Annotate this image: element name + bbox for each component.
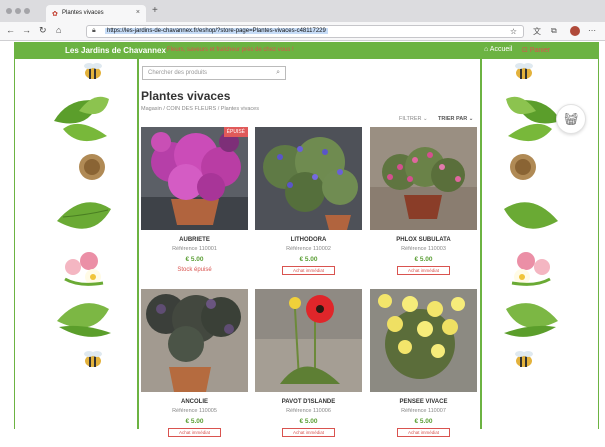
product-price: € 5.00	[299, 256, 318, 263]
basket-nav-icon: ⊡	[522, 47, 528, 54]
browser-tab[interactable]: ✿ Plantes vivaces ×	[46, 5, 146, 22]
bee-icon	[515, 63, 533, 79]
product-card[interactable]: PHLOX SUBULATA Référence 110003 € 5.00 A…	[370, 127, 477, 285]
address-bar[interactable]: 🔒︎ https://les-jardins-de-chavannex.fr/e…	[86, 25, 524, 38]
product-reference: Référence 110001	[172, 246, 217, 252]
buy-now-button[interactable]: Achat immédiat	[282, 266, 335, 275]
leaf-cluster-icon	[54, 96, 109, 142]
product-price: € 5.00	[299, 418, 318, 425]
product-name[interactable]: PHLOX SUBULATA	[370, 237, 477, 243]
leaf-icon	[504, 303, 558, 337]
bee-icon	[515, 351, 533, 367]
bookmark-star-icon[interactable]: ☆	[510, 27, 517, 36]
translate-icon[interactable]: 文	[533, 26, 541, 37]
back-icon[interactable]: ←	[6, 25, 15, 35]
product-reference: Référence 110006	[286, 408, 331, 414]
window-close-dot[interactable]	[6, 8, 12, 14]
site-brand[interactable]: Les Jardins de Chavannex	[65, 46, 166, 55]
product-price: € 5.00	[185, 256, 204, 263]
sold-out-badge: ÉPUISÉ	[223, 127, 248, 137]
product-photo[interactable]	[370, 289, 477, 392]
home-nav-icon: ⌂	[484, 46, 489, 53]
product-name[interactable]: ANCOLIE	[141, 399, 248, 405]
product-card[interactable]: ANCOLIE Référence 110005 € 5.00 Achat im…	[141, 289, 248, 447]
leaf-icon	[57, 202, 111, 229]
product-photo[interactable]	[141, 289, 248, 392]
tab-close-icon[interactable]: ×	[136, 9, 140, 16]
chevron-down-icon: ⌄	[423, 116, 428, 122]
buy-now-button[interactable]: Achat immédiat	[282, 428, 335, 437]
product-name[interactable]: PENSEE VIVACE	[370, 399, 477, 405]
product-photo[interactable]	[370, 127, 477, 230]
breadcrumb[interactable]: Magasin / COIN DES FLEURS / Plantes viva…	[141, 106, 259, 112]
nav-home-link[interactable]: ⌂ Accueil	[484, 46, 512, 53]
stock-status: Stock épuisé	[177, 267, 212, 273]
left-decorative-panel	[14, 59, 139, 429]
product-photo[interactable]	[255, 127, 362, 230]
product-photo[interactable]	[255, 289, 362, 392]
product-reference: Référence 110007	[401, 408, 446, 414]
product-card[interactable]: PENSEE VIVACE Référence 110007 € 5.00 Ac…	[370, 289, 477, 447]
tab-title: Plantes vivaces	[62, 10, 104, 16]
window-minimize-dot[interactable]	[15, 8, 21, 14]
window-maximize-dot[interactable]	[24, 8, 30, 14]
browser-nav-bar: ← → ↻ ⌂ 🔒︎ https://les-jardins-de-chavan…	[0, 22, 605, 41]
leaf-icon	[57, 303, 111, 337]
product-card[interactable]: PAVOT D'ISLANDE Référence 110006 € 5.00 …	[255, 289, 362, 447]
product-reference: Référence 110002	[286, 246, 331, 252]
address-url[interactable]: https://les-jardins-de-chavannex.fr/esho…	[105, 28, 328, 34]
filter-label: FILTRER	[399, 116, 422, 122]
product-card[interactable]: ÉPUISÉ AUBRIETE Référence 110001 € 5.00 …	[141, 127, 248, 285]
extensions-icon[interactable]: ⧉	[551, 26, 557, 36]
product-card[interactable]: LITHODORA Référence 110002 € 5.00 Achat …	[255, 127, 362, 285]
product-photo[interactable]	[141, 127, 248, 230]
basket-icon: 🧺︎	[563, 112, 579, 126]
forward-icon[interactable]: →	[22, 25, 31, 35]
product-name[interactable]: LITHODORA	[255, 237, 362, 243]
search-input[interactable]: Chercher des produits ⌕	[142, 66, 286, 80]
product-price: € 5.00	[185, 418, 204, 425]
chevron-down-icon: ⌄	[468, 116, 474, 122]
product-price: € 5.00	[414, 418, 433, 425]
new-tab-icon[interactable]: +	[152, 5, 158, 16]
lock-icon: 🔒︎	[92, 27, 96, 34]
site-favicon-icon: ✿	[52, 11, 58, 18]
product-reference: Référence 110003	[401, 246, 446, 252]
profile-avatar[interactable]	[570, 26, 580, 36]
site-header: Les Jardins de Chavannex Fleurs, saveurs…	[14, 42, 599, 59]
menu-dots-icon[interactable]: ⋯	[588, 26, 596, 35]
walnut-icon	[510, 154, 536, 180]
nav-cart-label: Panier	[529, 47, 551, 54]
filter-dropdown[interactable]: FILTRER ⌄	[399, 116, 428, 122]
sort-dropdown[interactable]: TRIER PAR ⌄	[438, 116, 473, 122]
nav-cart-link[interactable]: ⊡ Panier	[522, 46, 550, 54]
search-icon[interactable]: ⌕	[276, 69, 280, 77]
nav-home-label: Accueil	[489, 46, 513, 53]
product-name[interactable]: PAVOT D'ISLANDE	[255, 399, 362, 405]
buy-now-button[interactable]: Achat immédiat	[397, 428, 450, 437]
flower-bouquet-icon	[511, 252, 551, 286]
leaf-icon	[504, 202, 558, 229]
home-icon[interactable]: ⌂	[56, 25, 61, 35]
browser-tab-bar: ✿ Plantes vivaces × +	[0, 0, 605, 22]
walnut-icon	[79, 154, 105, 180]
site-tagline: Fleurs, saveurs et fraîcheur près de che…	[167, 47, 294, 53]
sort-label: TRIER PAR	[438, 116, 468, 122]
flower-bouquet-icon	[64, 252, 104, 286]
reload-icon[interactable]: ↻	[39, 25, 47, 36]
buy-now-button[interactable]: Achat immédiat	[168, 428, 221, 437]
product-price: € 5.00	[414, 256, 433, 263]
bee-icon	[84, 351, 102, 367]
product-name[interactable]: AUBRIETE	[141, 237, 248, 243]
search-placeholder: Chercher des produits	[148, 70, 208, 76]
product-reference: Référence 110005	[172, 408, 217, 414]
buy-now-button[interactable]: Achat immédiat	[397, 266, 450, 275]
bee-icon	[84, 63, 102, 79]
floating-cart-button[interactable]: 🧺︎	[556, 104, 586, 134]
page-title: Plantes vivaces	[141, 89, 231, 103]
